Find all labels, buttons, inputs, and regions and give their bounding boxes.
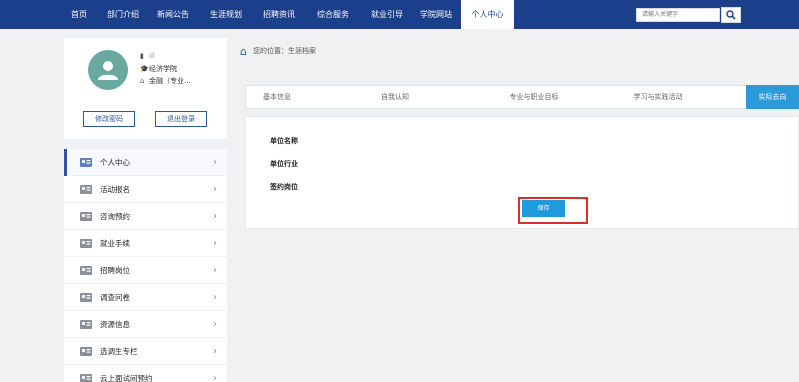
sidebar-item-surveys[interactable]: 调查问卷 › xyxy=(64,284,227,311)
save-button[interactable]: 保存 xyxy=(522,200,565,217)
tab-study-practice[interactable]: 学习与实践活动 xyxy=(616,86,700,108)
nav-guidance[interactable]: 就业引导 xyxy=(364,0,410,29)
sidebar-item-activity-signup[interactable]: 活动报名 › xyxy=(64,176,227,203)
sidebar-item-personal-center[interactable]: 个人中心 › xyxy=(64,149,227,176)
bar-icon: ▮ xyxy=(140,52,144,60)
chevron-right-icon: › xyxy=(213,319,217,330)
profile-college-row: 🎓经济学院 xyxy=(140,64,177,74)
sidebar-item-label: 就业手续 xyxy=(100,239,130,248)
id-card-icon xyxy=(80,320,92,329)
tab-basic-info[interactable]: 基本信息 xyxy=(246,86,308,108)
search-input[interactable]: 请输入关键字 xyxy=(636,8,720,22)
nav-services[interactable]: 综合服务 xyxy=(310,0,356,29)
sidebar-item-label: 咨询预约 xyxy=(100,212,130,221)
edit-password-button[interactable]: 修改密码 xyxy=(83,111,135,127)
id-card-icon xyxy=(80,158,92,167)
sidebar-item-label: 活动报名 xyxy=(100,185,130,194)
id-card-icon xyxy=(80,374,92,382)
sidebar-item-label: 招聘岗位 xyxy=(100,266,130,275)
profile-name-row: ▮ ill xyxy=(140,52,155,60)
nav-college-site[interactable]: 学院网站 xyxy=(413,0,459,29)
sidebar-item-label: 调查问卷 xyxy=(100,293,130,302)
sidebar-item-consultation[interactable]: 咨询预约 › xyxy=(64,203,227,230)
nav-home[interactable]: 首页 xyxy=(62,0,96,29)
employer-name-label: 单位名称 xyxy=(270,137,298,145)
id-card-icon xyxy=(80,185,92,194)
destination-form: 单位名称 单位行业 签约岗位 保存 xyxy=(245,116,799,229)
sidebar-item-job-positions[interactable]: 招聘岗位 › xyxy=(64,257,227,284)
sidebar-item-selected-graduates[interactable]: 选调生专栏 › xyxy=(64,338,227,365)
search-button[interactable] xyxy=(721,7,741,23)
profile-card: ▮ ill 🎓经济学院 ⌂ 金融（专业... 修改密码 退出登录 xyxy=(64,38,227,139)
signed-position-label: 签约岗位 xyxy=(270,183,298,191)
profile-major: 金融（专业... xyxy=(149,77,191,85)
breadcrumb-prefix: 您的位置： xyxy=(252,47,288,55)
breadcrumb: ⌂ 您的位置：生涯档案 xyxy=(240,45,316,58)
chevron-right-icon: › xyxy=(213,184,217,195)
breadcrumb-current: 生涯档案 xyxy=(287,47,316,55)
sidebar-item-employment-procedures[interactable]: 就业手续 › xyxy=(64,230,227,257)
home-icon[interactable]: ⌂ xyxy=(240,45,247,58)
career-tabs: 基本信息 自我认知 专业与职业目标 学习与实践活动 实际去向 xyxy=(245,85,799,109)
id-card-icon xyxy=(80,266,92,275)
chevron-right-icon: › xyxy=(213,238,217,249)
id-card-icon xyxy=(80,347,92,356)
tab-career-goals[interactable]: 专业与职业目标 xyxy=(492,86,576,108)
chevron-right-icon: › xyxy=(213,265,217,276)
logout-button[interactable]: 退出登录 xyxy=(155,111,207,127)
sidebar-item-resources[interactable]: 资源信息 › xyxy=(64,311,227,338)
graduation-cap-icon: 🎓 xyxy=(140,65,149,73)
nav-departments[interactable]: 部门介绍 xyxy=(100,0,146,29)
profile-major-row: ⌂ 金融（专业... xyxy=(140,76,191,86)
nav-career-planning[interactable]: 生涯规划 xyxy=(203,0,249,29)
chevron-right-icon: › xyxy=(213,211,217,222)
chevron-right-icon: › xyxy=(213,292,217,303)
sidebar-item-label: 云上面试间预约 xyxy=(100,374,153,382)
sidebar-menu: 个人中心 › 活动报名 › 咨询预约 › 就业手续 › 招聘岗位 › 调查问卷 … xyxy=(64,149,227,382)
chevron-right-icon: › xyxy=(213,373,217,382)
id-card-icon xyxy=(80,239,92,248)
nav-news[interactable]: 新闻公告 xyxy=(150,0,196,29)
search-icon xyxy=(726,10,736,20)
profile-college: 经济学院 xyxy=(149,65,177,73)
sidebar-item-label: 选调生专栏 xyxy=(100,347,138,356)
institution-icon: ⌂ xyxy=(140,77,145,85)
user-icon xyxy=(98,61,118,80)
nav-personal-center[interactable]: 个人中心 xyxy=(461,0,514,29)
profile-name: ill xyxy=(149,52,155,60)
sidebar-item-label: 个人中心 xyxy=(100,158,130,167)
id-card-icon xyxy=(80,212,92,221)
tab-actual-destination[interactable]: 实际去向 xyxy=(746,85,799,109)
sidebar-item-label: 资源信息 xyxy=(100,320,130,329)
chevron-right-icon: › xyxy=(213,346,217,357)
nav-recruitment[interactable]: 招聘资讯 xyxy=(256,0,302,29)
tab-self-awareness[interactable]: 自我认知 xyxy=(364,86,426,108)
top-nav: 首页 部门介绍 新闻公告 生涯规划 招聘资讯 综合服务 就业引导 学院网站 个人… xyxy=(0,0,799,29)
employer-industry-label: 单位行业 xyxy=(270,160,298,168)
avatar xyxy=(88,50,128,90)
sidebar-item-online-interview[interactable]: 云上面试间预约 › xyxy=(64,365,227,382)
chevron-right-icon: › xyxy=(213,157,217,168)
id-card-icon xyxy=(80,293,92,302)
